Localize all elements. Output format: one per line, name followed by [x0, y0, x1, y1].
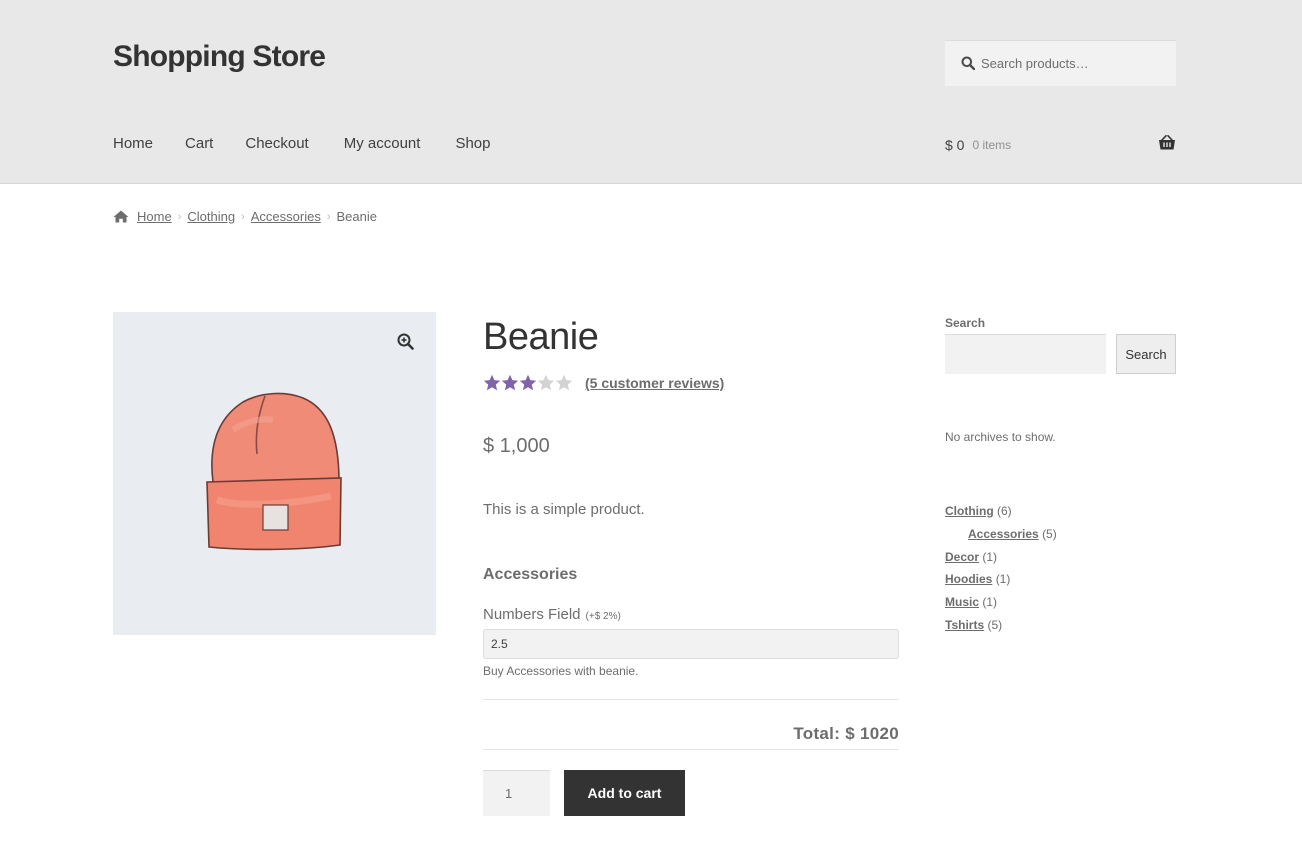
- product-title: Beanie: [483, 316, 599, 358]
- header-cart[interactable]: $ 0 0 items: [945, 134, 1176, 156]
- star-icon: [555, 374, 573, 391]
- sidebar-search-label: Search: [945, 316, 986, 330]
- star-icon: [501, 374, 519, 391]
- star-rating: [483, 374, 573, 392]
- search-products-input[interactable]: [981, 41, 1171, 85]
- product-rating: (5 customer reviews): [483, 374, 724, 392]
- category-count: (1): [995, 572, 1011, 587]
- numbers-field-price-hint: (+$ 2%): [585, 611, 621, 622]
- breadcrumb-current: Beanie: [336, 209, 377, 224]
- cart-amount: $ 0: [945, 137, 965, 153]
- numbers-field-description: Buy Accessories with beanie.: [483, 664, 639, 678]
- breadcrumb-separator-icon: ›: [326, 210, 331, 223]
- primary-navigation: Home Cart Checkout My account Shop: [113, 134, 522, 154]
- category-link-music[interactable]: Music: [945, 595, 979, 609]
- category-item: Accessories (5): [945, 526, 1057, 549]
- sidebar-search-input[interactable]: [945, 334, 1106, 374]
- category-item: Hoodies (1): [945, 571, 1057, 594]
- site-header: Shopping Store Home Cart Checkout My acc…: [0, 0, 1302, 184]
- category-link-decor[interactable]: Decor: [945, 550, 979, 564]
- numbers-field-input[interactable]: [483, 629, 899, 659]
- star-icons: [483, 374, 573, 391]
- quantity-input[interactable]: [483, 770, 550, 816]
- nav-my-account[interactable]: My account: [344, 134, 421, 154]
- breadcrumb-accessories[interactable]: Accessories: [251, 209, 321, 224]
- search-icon: [961, 56, 975, 70]
- category-item: Clothing (6): [945, 503, 1057, 526]
- product-price: $ 1,000: [483, 435, 550, 457]
- nav-cart[interactable]: Cart: [185, 134, 213, 154]
- category-link-hoodies[interactable]: Hoodies: [945, 572, 992, 586]
- breadcrumb-separator-icon: ›: [177, 210, 182, 223]
- product-gallery[interactable]: [113, 312, 436, 635]
- star-icon: [537, 374, 555, 391]
- site-title[interactable]: Shopping Store: [113, 40, 326, 74]
- numbers-field-label-text: Numbers Field: [483, 606, 581, 623]
- category-count: (5): [1042, 526, 1057, 541]
- no-archives-text: No archives to show.: [945, 430, 1056, 444]
- cart-count: 0 items: [972, 138, 1012, 152]
- zoom-in-icon[interactable]: [397, 333, 414, 350]
- star-icon: [483, 374, 501, 391]
- category-count: (6): [997, 504, 1012, 518]
- category-count: (1): [982, 595, 998, 610]
- product-categories: Clothing (6) Accessories (5) Decor (1) H…: [945, 503, 1057, 640]
- breadcrumb-clothing[interactable]: Clothing: [187, 209, 235, 224]
- star-icon: [519, 374, 537, 391]
- product-search: [945, 40, 1176, 86]
- category-item: Music (1): [945, 594, 1057, 617]
- nav-checkout[interactable]: Checkout: [245, 134, 308, 154]
- addon-total: Total: $ 1020: [793, 724, 899, 743]
- category-link-accessories[interactable]: Accessories: [968, 527, 1039, 541]
- home-icon: [113, 210, 129, 223]
- category-count: (5): [987, 617, 1003, 632]
- category-item: Decor (1): [945, 549, 1057, 572]
- nav-shop[interactable]: Shop: [455, 134, 490, 154]
- category-count: (1): [982, 549, 998, 564]
- numbers-field-label: Numbers Field (+$ 2%): [483, 606, 621, 623]
- divider: [483, 749, 899, 750]
- beanie-image: [206, 392, 342, 551]
- breadcrumb-separator-icon: ›: [241, 210, 245, 223]
- add-to-cart-button[interactable]: Add to cart: [564, 770, 685, 816]
- customer-reviews-link[interactable]: (5 customer reviews): [585, 375, 724, 391]
- addon-heading: Accessories: [483, 566, 578, 583]
- breadcrumb-home[interactable]: Home: [137, 209, 172, 224]
- breadcrumb: Home › Clothing › Accessories › Beanie: [113, 209, 377, 224]
- category-link-tshirts[interactable]: Tshirts: [945, 618, 984, 632]
- nav-home[interactable]: Home: [113, 134, 153, 154]
- sidebar-search-button[interactable]: Search: [1116, 334, 1176, 374]
- product-short-description: This is a simple product.: [483, 501, 645, 518]
- category-link-clothing[interactable]: Clothing: [945, 504, 994, 518]
- divider: [483, 699, 899, 700]
- basket-icon[interactable]: [1158, 135, 1176, 151]
- category-item: Tshirts (5): [945, 617, 1057, 640]
